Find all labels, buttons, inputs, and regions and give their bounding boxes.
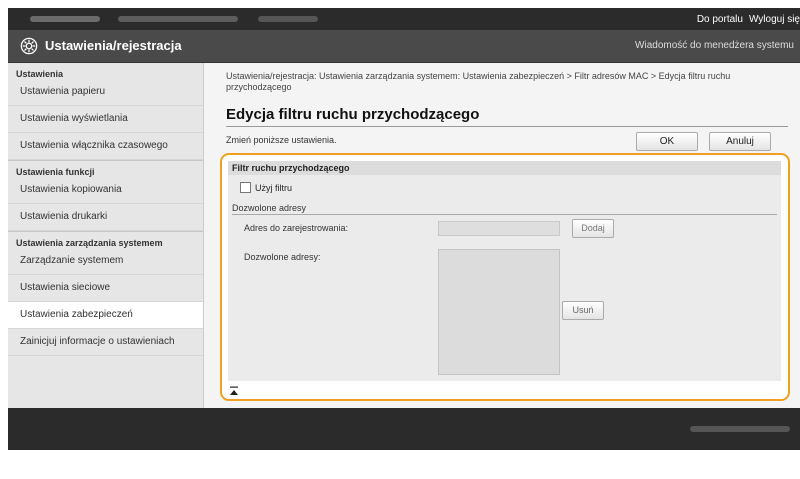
top-bar: Do portalu Wyloguj się	[8, 8, 800, 30]
filter-settings-body: Filtr ruchu przychodzącego Użyj filtru D…	[228, 161, 781, 381]
add-button[interactable]: Dodaj	[572, 219, 614, 238]
sidebar-item-timer[interactable]: Ustawienia włącznika czasowego	[8, 133, 203, 160]
blurred-text	[258, 16, 318, 22]
sidebar-item-network[interactable]: Ustawienia sieciowe	[8, 275, 203, 302]
address-label: Adres do zarejestrowania:	[244, 223, 349, 233]
bottom-bar	[8, 408, 800, 450]
sidebar-section-heading: Ustawienia	[16, 69, 64, 79]
sidebar-item-printer[interactable]: Ustawienia drukarki	[8, 204, 203, 231]
top-links: Do portalu Wyloguj się	[697, 8, 800, 30]
use-filter-checkbox[interactable]	[240, 182, 251, 193]
use-filter-row: Użyj filtru	[240, 182, 292, 193]
title-bar: Ustawienia/rejestracja Wiadomość do mene…	[8, 30, 800, 63]
logout-link[interactable]: Wyloguj się	[749, 14, 800, 25]
app-title: Ustawienia/rejestracja	[45, 38, 182, 53]
admin-message-link[interactable]: Wiadomość do menedżera systemu	[635, 40, 794, 51]
cancel-button[interactable]: Anuluj	[709, 132, 771, 151]
browser-frame: Do portalu Wyloguj się Ustawienia/rejest…	[8, 8, 800, 450]
sidebar: Ustawienia Ustawienia papieru Ustawienia…	[8, 63, 204, 408]
allowed-list-label: Dozwolone adresy:	[244, 252, 321, 262]
ok-button[interactable]: OK	[636, 132, 698, 151]
main-content: Ustawienia/rejestracja: Ustawienia zarzą…	[204, 63, 800, 408]
remove-button[interactable]: Usuń	[562, 301, 604, 320]
use-filter-label: Użyj filtru	[255, 182, 293, 193]
breadcrumb: Ustawienia/rejestracja: Ustawienia zarzą…	[226, 71, 731, 92]
address-input[interactable]	[438, 221, 560, 236]
allowed-addresses-heading: Dozwolone adresy	[232, 203, 307, 213]
sidebar-item-paper[interactable]: Ustawienia papieru	[8, 79, 203, 106]
blurred-text	[30, 16, 100, 22]
filter-settings-panel: Filtr ruchu przychodzącego Użyj filtru D…	[220, 153, 790, 401]
allowed-addresses-list[interactable]	[438, 249, 560, 375]
sidebar-item-copy[interactable]: Ustawienia kopiowania	[8, 177, 203, 204]
page-title: Edycja filtru ruchu przychodzącego	[226, 106, 480, 123]
sidebar-item-security[interactable]: Ustawienia zabezpieczeń	[8, 302, 203, 329]
sidebar-item-initialize[interactable]: Zainicjuj informacje o ustawieniach	[8, 329, 203, 356]
collapse-up-icon[interactable]	[229, 386, 239, 396]
divider	[232, 214, 777, 215]
sidebar-section-heading: Ustawienia funkcji	[16, 167, 95, 177]
sidebar-section-heading: Ustawienia zarządzania systemem	[16, 238, 163, 248]
instruction-text: Zmień poniższe ustawienia.	[226, 135, 337, 145]
divider	[226, 126, 788, 127]
sidebar-item-display[interactable]: Ustawienia wyświetlania	[8, 106, 203, 133]
blurred-text	[118, 16, 238, 22]
blurred-text	[690, 426, 790, 432]
section-heading: Filtr ruchu przychodzącego	[228, 161, 781, 175]
sidebar-item-system-management[interactable]: Zarządzanie systemem	[8, 248, 203, 275]
portal-link[interactable]: Do portalu	[697, 14, 743, 25]
settings-gear-icon	[20, 37, 38, 55]
